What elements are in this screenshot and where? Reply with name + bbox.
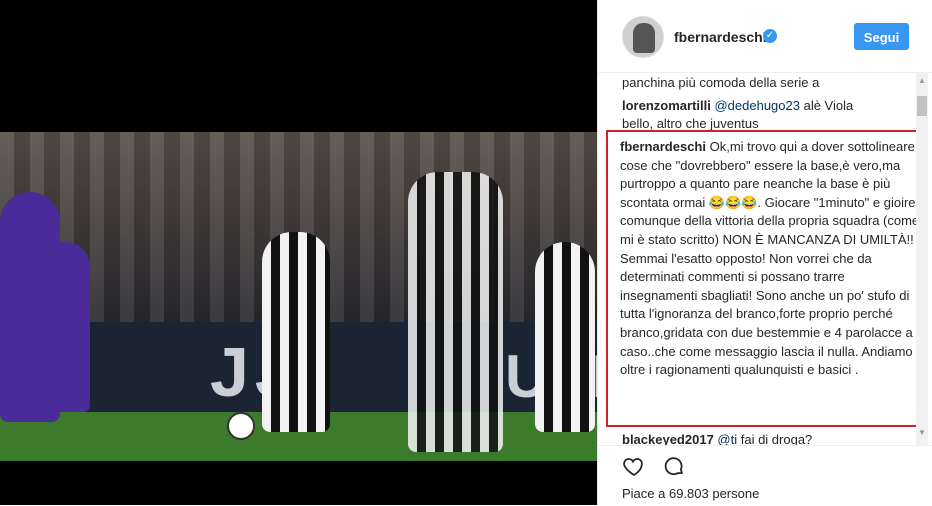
heart-icon[interactable] [622, 454, 646, 478]
post-username[interactable]: fbernardeschi [674, 29, 767, 45]
comment-text: fai di droga? [737, 432, 813, 445]
highlighted-comment: fbernardeschi Ok,mi trovo qui a dover so… [606, 130, 928, 427]
post-image-area: JJ UBI [0, 0, 597, 505]
comment-username[interactable]: blackeyed2017 [622, 432, 714, 445]
comment-mention[interactable]: @dedehugo23 [714, 98, 800, 113]
follow-button[interactable]: Segui [854, 23, 909, 50]
post-photo: JJ UBI [0, 132, 597, 461]
comment-text: alè Viola [799, 98, 854, 113]
comment-text: bello, altro che juventus [622, 116, 759, 131]
avatar[interactable] [622, 16, 664, 58]
post-header: fbernardeschi ✓ Segui [598, 0, 932, 73]
post-side-panel: fbernardeschi ✓ Segui panchina più comod… [597, 0, 932, 506]
comment-line: lorenzomartilli @dedehugo23 alè Viola [622, 97, 853, 115]
comment-mention[interactable]: @ti [717, 432, 737, 445]
comment-line: blackeyed2017 @ti fai di droga? [622, 431, 812, 445]
comment-text: panchina più comoda della serie a [622, 75, 820, 90]
comment-text: Ok,mi trovo qui a dover sottolineare cos… [620, 139, 920, 378]
photo-ball [227, 412, 255, 440]
comment-username[interactable]: fbernardeschi [620, 139, 706, 154]
scrollbar-thumb[interactable] [917, 96, 927, 116]
verified-badge-icon: ✓ [763, 29, 777, 43]
scroll-up-arrow-icon[interactable]: ▲ [916, 76, 928, 86]
photo-player [535, 242, 595, 432]
photo-player [262, 232, 330, 432]
post-actions: Piace a 69.803 persone [598, 445, 932, 506]
comments-scrollbar[interactable]: ▲ ▼ [916, 72, 928, 445]
likes-count[interactable]: Piace a 69.803 persone [622, 486, 759, 501]
scroll-down-arrow-icon[interactable]: ▼ [916, 428, 928, 438]
comment-line: panchina più comoda della serie a [622, 74, 819, 92]
comment-username[interactable]: lorenzomartilli [622, 98, 711, 113]
highlighted-comment-body: fbernardeschi Ok,mi trovo qui a dover so… [620, 138, 920, 380]
photo-player [408, 172, 503, 452]
comment-icon[interactable] [662, 454, 686, 478]
photo-player [40, 242, 90, 412]
